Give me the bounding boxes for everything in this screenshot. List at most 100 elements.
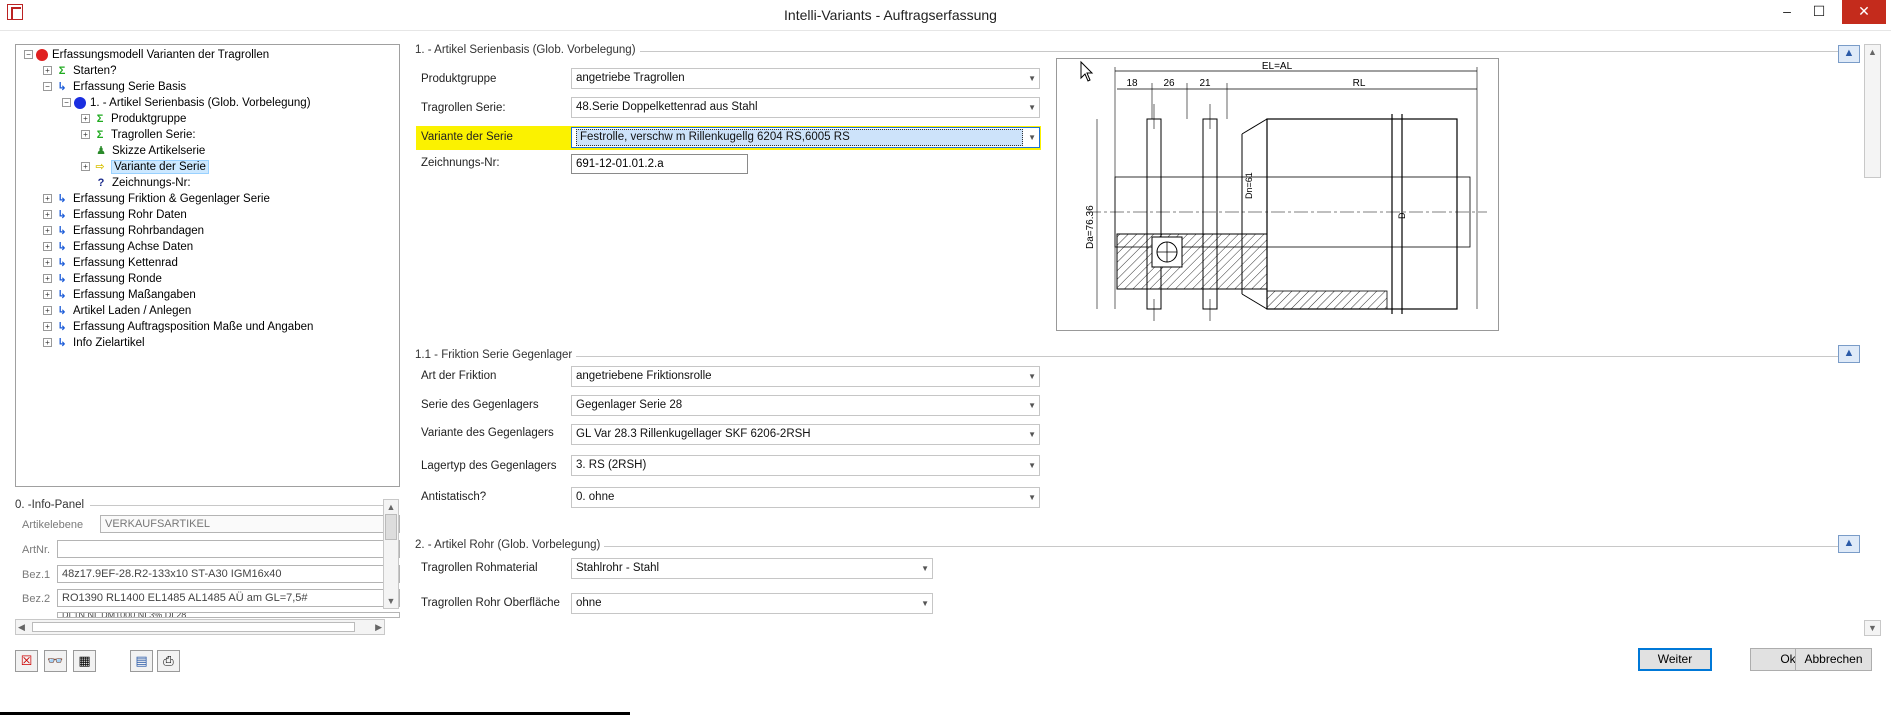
expand-icon[interactable]: + [81, 130, 90, 140]
section-1-title: 1. - Artikel Serienbasis (Glob. Vorbeleg… [415, 44, 640, 56]
calculator-icon[interactable]: ▦ [73, 650, 96, 672]
printer-icon[interactable]: ⎙ [157, 650, 180, 672]
scroll-down-icon[interactable]: ▼ [1864, 620, 1881, 636]
tree-item-artikel-serienbasis[interactable]: − 1. - Artikel Serienbasis (Glob. Vorbele… [62, 95, 311, 111]
expand-icon[interactable]: + [81, 114, 90, 124]
tree-item-tragrollen-serie[interactable]: + Σ Tragrollen Serie: [81, 127, 196, 143]
tree-item-massangaben[interactable]: + ↳ Erfassung Maßangaben [43, 287, 196, 303]
variante-der-serie-select[interactable]: Festrolle, verschw m Rillenkugellg 6204 … [571, 127, 1040, 148]
zeichnungs-nr-label: Zeichnungs-Nr: [421, 157, 500, 169]
select-value: angetriebe Tragrollen [576, 72, 685, 84]
scroll-thumb[interactable] [32, 622, 355, 632]
next-button[interactable]: Weiter [1638, 648, 1712, 671]
blue-arrow-icon: ↳ [57, 240, 67, 253]
select-value: Festrolle, verschw m Rillenkugellg 6204 … [576, 129, 1023, 146]
collapse-icon[interactable]: − [24, 50, 33, 60]
cancel-button[interactable]: Abbrechen [1795, 648, 1872, 671]
info-scrollbar[interactable]: ▲ ▼ [383, 499, 399, 609]
chevron-down-icon: ▼ [1028, 401, 1036, 410]
antistatisch-select[interactable]: 0. ohne ▼ [571, 487, 1040, 508]
scroll-down-icon[interactable]: ▼ [384, 594, 398, 608]
info-panel: 0. -Info-Panel Artikelebene VERKAUFSARTI… [15, 499, 400, 635]
expand-icon[interactable]: + [43, 322, 52, 332]
tree-item-label: Erfassung Friktion & Gegenlager Serie [73, 193, 270, 205]
produktgruppe-select[interactable]: angetriebe Tragrollen ▼ [571, 68, 1040, 89]
blue-arrow-icon: ↳ [57, 304, 67, 317]
collapse-section-button[interactable]: ▲ [1838, 535, 1860, 553]
glasses-icon[interactable]: 👓 [44, 650, 67, 672]
question-icon: ? [97, 176, 105, 189]
chat-icon[interactable]: ▤ [130, 650, 153, 672]
collapse-section-button[interactable]: ▲ [1838, 45, 1860, 63]
expand-icon[interactable]: + [43, 338, 52, 348]
expand-icon[interactable]: + [43, 226, 52, 236]
scroll-left-icon[interactable]: ◀ [18, 620, 25, 634]
rohmaterial-select[interactable]: Stahlrohr - Stahl ▼ [571, 558, 933, 579]
tree-item-label: Variante der Serie [111, 160, 209, 174]
chevron-down-icon: ▼ [1028, 430, 1036, 439]
tree-item-ronde[interactable]: + ↳ Erfassung Ronde [43, 271, 162, 287]
tree-item-rohrbandagen[interactable]: + ↳ Erfassung Rohrbandagen [43, 223, 204, 239]
expand-icon[interactable]: + [43, 194, 52, 204]
tree-item-friktion[interactable]: + ↳ Erfassung Friktion & Gegenlager Serie [43, 191, 270, 207]
lagertyp-label: Lagertyp des Gegenlagers [421, 460, 557, 472]
expand-icon[interactable]: + [81, 162, 90, 172]
tree-item-info-zielartikel[interactable]: + ↳ Info Zielartikel [43, 335, 145, 351]
tree-item-achse-daten[interactable]: + ↳ Erfassung Achse Daten [43, 239, 193, 255]
variante-gegenlager-select[interactable]: GL Var 28.3 Rillenkugellager SKF 6206-2R… [571, 424, 1040, 445]
tree-item-produktgruppe[interactable]: + Σ Produktgruppe [81, 111, 186, 127]
tree-item-label: Starten? [73, 65, 117, 77]
chevron-down-icon: ▼ [1028, 461, 1036, 470]
tragrollen-serie-select[interactable]: 48.Serie Doppelkettenrad aus Stahl ▼ [571, 97, 1040, 118]
delete-icon[interactable]: ☒ [15, 650, 38, 672]
tree-item-kettenrad[interactable]: + ↳ Erfassung Kettenrad [43, 255, 178, 271]
expand-icon[interactable]: + [43, 274, 52, 284]
collapse-icon[interactable]: − [62, 98, 71, 108]
tree-item-skizze-artikelserie[interactable]: ♟ Skizze Artikelserie [94, 143, 205, 159]
bez1-field[interactable]: 48z17.9EF-28.R2-133x10 ST-A30 IGM16x40 [57, 565, 400, 583]
rohmaterial-label: Tragrollen Rohmaterial [421, 562, 538, 574]
rohr-oberflaeche-select[interactable]: ohne ▼ [571, 593, 933, 614]
chevron-down-icon: ▼ [1028, 74, 1036, 83]
maximize-button[interactable]: ☐ [1796, 0, 1842, 24]
blue-arrow-icon: ↳ [57, 224, 67, 237]
zeichnungs-nr-input[interactable]: 691-12-01.01.2.a [571, 154, 748, 174]
tree-item-rohr-daten[interactable]: + ↳ Erfassung Rohr Daten [43, 207, 187, 223]
serie-gegenlager-select[interactable]: Gegenlager Serie 28 ▼ [571, 395, 1040, 416]
expand-icon[interactable]: + [43, 258, 52, 268]
scroll-up-icon[interactable]: ▲ [384, 500, 398, 514]
tree-item-erfassung-serie-basis[interactable]: − ↳ Erfassung Serie Basis [43, 79, 186, 95]
expand-icon[interactable]: + [43, 306, 52, 316]
scroll-up-icon[interactable]: ▲ [1865, 45, 1880, 59]
tree-item-auftragsposition[interactable]: + ↳ Erfassung Auftragsposition Maße und An… [43, 319, 313, 335]
blue-arrow-icon: ↳ [57, 192, 67, 205]
tree-item-starten[interactable]: + Σ Starten? [43, 63, 116, 79]
blue-arrow-icon: ↳ [57, 336, 67, 349]
collapse-icon[interactable]: − [43, 82, 52, 92]
scroll-thumb[interactable] [385, 514, 397, 540]
expand-icon[interactable]: + [43, 210, 52, 220]
bez3-field[interactable]: DI 1N NL DM1000 NI 3% DI 28 [57, 612, 400, 618]
expand-icon[interactable]: + [43, 290, 52, 300]
tree-item-variante-der-serie[interactable]: + ⇨ Variante der Serie [81, 159, 209, 175]
lagertyp-select[interactable]: 3. RS (2RSH) ▼ [571, 455, 1040, 476]
expand-icon[interactable]: + [43, 242, 52, 252]
art-der-friktion-select[interactable]: angetriebene Friktionsrolle ▼ [571, 366, 1040, 387]
artikelebene-field[interactable]: VERKAUFSARTIKEL [100, 515, 400, 533]
tree-item-zeichnungs-nr[interactable]: ? Zeichnungs-Nr: [94, 175, 191, 191]
artikelebene-label: Artikelebene [22, 519, 84, 531]
main-scrollbar[interactable]: ▲ [1864, 44, 1881, 178]
artnr-field[interactable] [57, 540, 400, 558]
collapse-section-button[interactable]: ▲ [1838, 345, 1860, 363]
expand-icon[interactable]: + [43, 66, 52, 76]
tree-item-root[interactable]: − Erfassungsmodell Varianten der Tragroll… [24, 47, 269, 63]
tree-item-artikel-laden[interactable]: + ↳ Artikel Laden / Anlegen [43, 303, 191, 319]
info-hscrollbar[interactable]: ◀ ▶ [15, 619, 385, 635]
bez2-field[interactable]: RO1390 RL1400 EL1485 AL1485 AÜ am GL=7,5… [57, 589, 400, 607]
navigation-tree[interactable]: − Erfassungsmodell Varianten der Tragroll… [15, 44, 400, 487]
tree-item-label: Erfassung Ronde [73, 273, 162, 285]
tree-item-label: Erfassung Achse Daten [73, 241, 194, 253]
close-button[interactable]: ✕ [1842, 0, 1886, 24]
chevron-down-icon: ▼ [1028, 103, 1036, 112]
scroll-right-icon[interactable]: ▶ [375, 620, 382, 634]
